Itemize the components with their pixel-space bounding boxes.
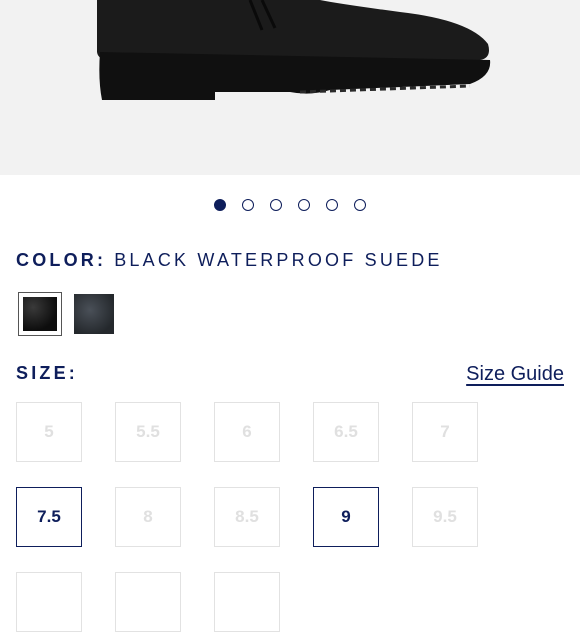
- carousel-dot[interactable]: [270, 199, 282, 211]
- carousel-dot[interactable]: [354, 199, 366, 211]
- carousel-dot[interactable]: [214, 199, 226, 211]
- product-image[interactable]: [0, 0, 580, 175]
- size-option[interactable]: 8: [115, 487, 181, 547]
- size-option[interactable]: 8.5: [214, 487, 280, 547]
- carousel-pagination: [0, 199, 580, 213]
- boot-illustration: [97, 0, 491, 100]
- size-option[interactable]: 6: [214, 402, 280, 462]
- size-label: SIZE:: [16, 363, 79, 383]
- size-option[interactable]: [214, 572, 280, 632]
- carousel-dot[interactable]: [326, 199, 338, 211]
- size-option[interactable]: 9.5: [412, 487, 478, 547]
- size-guide-link[interactable]: Size Guide: [466, 363, 564, 386]
- color-swatch-grey[interactable]: [72, 292, 116, 336]
- color-selection: COLOR: BLACK WATERPROOF SUEDE: [16, 250, 443, 271]
- size-option[interactable]: 9: [313, 487, 379, 547]
- size-option[interactable]: 7: [412, 402, 478, 462]
- color-value: BLACK WATERPROOF SUEDE: [114, 250, 443, 270]
- color-swatch-black[interactable]: [18, 292, 62, 336]
- carousel-dot[interactable]: [298, 199, 310, 211]
- size-option[interactable]: [16, 572, 82, 632]
- color-label: COLOR:: [16, 250, 107, 270]
- size-option[interactable]: 5.5: [115, 402, 181, 462]
- size-option[interactable]: 5: [16, 402, 82, 462]
- size-option[interactable]: [115, 572, 181, 632]
- size-option[interactable]: 7.5: [16, 487, 82, 547]
- size-option[interactable]: 6.5: [313, 402, 379, 462]
- carousel-dot[interactable]: [242, 199, 254, 211]
